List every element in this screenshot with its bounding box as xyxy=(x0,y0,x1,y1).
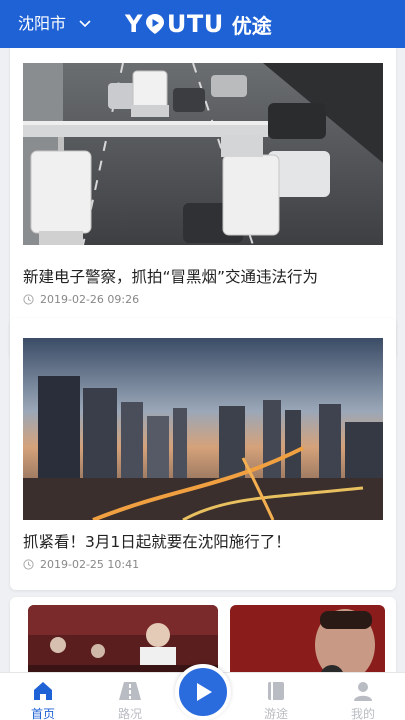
article-time: 2019-02-25 10:41 xyxy=(40,558,140,571)
location-pin-play-icon xyxy=(145,14,164,34)
stage-performer-image[interactable] xyxy=(28,605,218,672)
tab-profile[interactable]: 我的 xyxy=(333,673,393,720)
news-feed[interactable]: 新建电子警察，抓拍“冒黑烟”交通违法行为 2019-02-26 09:26 抓紧… xyxy=(0,48,405,672)
article-time: 2019-02-26 09:26 xyxy=(40,293,140,306)
news-card[interactable]: 抓紧看！3月1日起就要在沈阳施行了！ 2019-02-25 10:41 xyxy=(10,318,396,590)
article-meta: 2019-02-26 09:26 xyxy=(23,293,139,306)
article-title[interactable]: 抓紧看！3月1日起就要在沈阳施行了！ xyxy=(23,531,383,553)
brand-cn-name: 优途 xyxy=(231,13,272,38)
city-selector[interactable]: 沈阳市 xyxy=(18,13,92,35)
play-icon xyxy=(197,683,212,701)
city-skyline-image[interactable] xyxy=(23,338,383,520)
tab-home[interactable]: 首页 xyxy=(13,673,73,720)
article-meta: 2019-02-25 10:41 xyxy=(23,558,139,571)
clock-icon xyxy=(23,294,34,305)
play-button[interactable] xyxy=(175,664,231,720)
singer-portrait-image[interactable] xyxy=(230,605,385,672)
article-title[interactable]: 新建电子警察，抓拍“冒黑烟”交通违法行为 xyxy=(23,266,383,288)
news-card[interactable] xyxy=(10,597,396,672)
road-icon xyxy=(119,682,141,700)
brand-logo: Y UTU 优途 xyxy=(125,6,272,42)
book-icon xyxy=(268,682,284,700)
traffic-camera-image[interactable] xyxy=(23,63,383,245)
city-label: 沈阳市 xyxy=(18,14,67,33)
top-bar: 沈阳市 Y UTU 优途 xyxy=(0,0,405,48)
news-card[interactable]: 新建电子警察，抓拍“冒黑烟”交通违法行为 2019-02-26 09:26 xyxy=(10,48,396,360)
user-icon xyxy=(354,682,372,701)
brand-logo-text: Y UTU xyxy=(125,10,224,38)
clock-icon xyxy=(23,559,34,570)
chevron-down-icon xyxy=(79,20,91,28)
tab-travel[interactable]: 游途 xyxy=(246,673,306,720)
home-icon xyxy=(34,682,52,700)
tab-traffic[interactable]: 路况 xyxy=(100,673,160,720)
